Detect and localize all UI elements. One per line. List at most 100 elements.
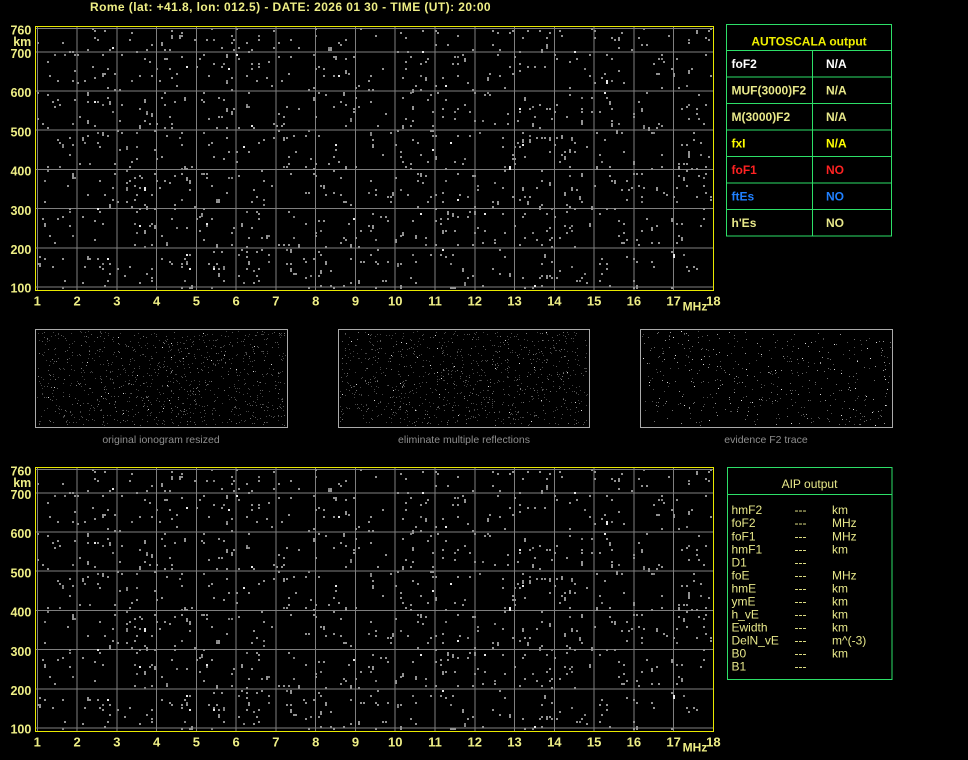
svg-text:hmE: hmE — [732, 581, 757, 595]
svg-text:16: 16 — [627, 294, 641, 309]
svg-text:fxI: fxI — [732, 137, 746, 151]
svg-text:km: km — [832, 503, 848, 517]
svg-text:12: 12 — [468, 735, 482, 750]
svg-text:MHz: MHz — [832, 568, 857, 582]
svg-text:10: 10 — [388, 735, 402, 750]
svg-text:N/A: N/A — [826, 84, 847, 98]
svg-text:18: 18 — [706, 735, 720, 750]
svg-text:10: 10 — [388, 294, 402, 309]
svg-text:N/A: N/A — [826, 57, 847, 71]
svg-text:hmF2: hmF2 — [732, 503, 763, 517]
svg-text:---: --- — [795, 516, 807, 530]
svg-text:13: 13 — [507, 294, 521, 309]
svg-text:km: km — [832, 581, 848, 595]
svg-text:11: 11 — [428, 735, 442, 750]
svg-text:---: --- — [795, 607, 807, 621]
svg-text:---: --- — [795, 568, 807, 582]
svg-text:100: 100 — [10, 722, 31, 736]
svg-text:ftEs: ftEs — [732, 190, 755, 204]
svg-text:9: 9 — [352, 294, 359, 309]
svg-text:M(3000)F2: M(3000)F2 — [732, 110, 791, 124]
svg-text:18: 18 — [706, 294, 720, 309]
svg-text:km: km — [832, 542, 848, 556]
svg-text:17: 17 — [666, 735, 680, 750]
svg-text:3: 3 — [113, 735, 120, 750]
svg-text:2: 2 — [73, 294, 80, 309]
svg-text:13: 13 — [507, 735, 521, 750]
svg-text:MUF(3000)F2: MUF(3000)F2 — [732, 84, 807, 98]
svg-text:AUTOSCALA output: AUTOSCALA output — [751, 35, 866, 49]
svg-text:500: 500 — [10, 566, 31, 580]
svg-text:15: 15 — [587, 294, 601, 309]
svg-text:6: 6 — [233, 294, 240, 309]
svg-text:m^(-3): m^(-3) — [832, 634, 866, 648]
svg-text:h_vE: h_vE — [732, 607, 759, 621]
svg-text:3: 3 — [113, 294, 120, 309]
svg-text:h'Es: h'Es — [732, 216, 757, 230]
svg-text:8: 8 — [312, 735, 319, 750]
svg-text:7: 7 — [272, 294, 279, 309]
svg-text:6: 6 — [233, 735, 240, 750]
svg-text:foF2: foF2 — [732, 516, 756, 530]
svg-text:---: --- — [795, 581, 807, 595]
svg-text:N/A: N/A — [826, 137, 847, 151]
svg-text:400: 400 — [10, 165, 31, 179]
svg-text:---: --- — [795, 594, 807, 608]
svg-text:700: 700 — [10, 47, 31, 61]
svg-text:NO: NO — [826, 190, 844, 204]
svg-text:200: 200 — [10, 684, 31, 698]
svg-text:1: 1 — [34, 294, 41, 309]
svg-text:km: km — [832, 647, 848, 661]
svg-text:500: 500 — [10, 125, 31, 139]
svg-text:14: 14 — [547, 294, 562, 309]
svg-text:---: --- — [795, 660, 807, 674]
svg-text:foE: foE — [732, 568, 750, 582]
svg-text:8: 8 — [312, 294, 319, 309]
svg-text:5: 5 — [193, 294, 200, 309]
svg-text:12: 12 — [468, 294, 482, 309]
svg-text:---: --- — [795, 542, 807, 556]
svg-text:---: --- — [795, 647, 807, 661]
svg-text:300: 300 — [10, 645, 31, 659]
svg-text:11: 11 — [428, 294, 442, 309]
svg-text:foF1: foF1 — [732, 529, 756, 543]
svg-text:200: 200 — [10, 243, 31, 257]
svg-text:---: --- — [795, 634, 807, 648]
svg-text:evidence F2 trace: evidence F2 trace — [724, 434, 808, 446]
svg-text:2: 2 — [73, 735, 80, 750]
svg-text:MHz: MHz — [832, 529, 857, 543]
svg-text:Ewidth: Ewidth — [732, 621, 768, 635]
svg-text:MHz: MHz — [683, 299, 708, 313]
svg-text:MHz: MHz — [683, 740, 708, 754]
svg-text:4: 4 — [153, 735, 161, 750]
svg-text:km: km — [832, 594, 848, 608]
svg-text:600: 600 — [10, 86, 31, 100]
svg-text:400: 400 — [10, 606, 31, 620]
svg-text:---: --- — [795, 621, 807, 635]
svg-text:9: 9 — [352, 735, 359, 750]
svg-text:eliminate multiple reflections: eliminate multiple reflections — [398, 434, 530, 446]
svg-text:700: 700 — [10, 488, 31, 502]
svg-text:600: 600 — [10, 527, 31, 541]
svg-text:100: 100 — [10, 281, 31, 295]
svg-text:NO: NO — [826, 163, 844, 177]
svg-text:foF2: foF2 — [732, 57, 758, 71]
svg-text:DelN_vE: DelN_vE — [732, 634, 779, 648]
svg-text:B0: B0 — [732, 647, 747, 661]
svg-text:---: --- — [795, 555, 807, 569]
svg-text:km: km — [832, 621, 848, 635]
svg-text:15: 15 — [587, 735, 601, 750]
svg-text:5: 5 — [193, 735, 200, 750]
svg-text:300: 300 — [10, 204, 31, 218]
svg-text:7: 7 — [272, 735, 279, 750]
svg-text:---: --- — [795, 529, 807, 543]
svg-text:NO: NO — [826, 216, 844, 230]
svg-text:original ionogram resized: original ionogram resized — [102, 434, 219, 446]
svg-text:16: 16 — [627, 735, 641, 750]
svg-text:4: 4 — [153, 294, 161, 309]
svg-text:B1: B1 — [732, 660, 747, 674]
svg-text:1: 1 — [34, 735, 41, 750]
svg-text:Rome (lat: +41.8, lon: 012.5): Rome (lat: +41.8, lon: 012.5) - DATE: 20… — [90, 0, 491, 14]
svg-text:17: 17 — [666, 294, 680, 309]
svg-text:D1: D1 — [732, 555, 748, 569]
